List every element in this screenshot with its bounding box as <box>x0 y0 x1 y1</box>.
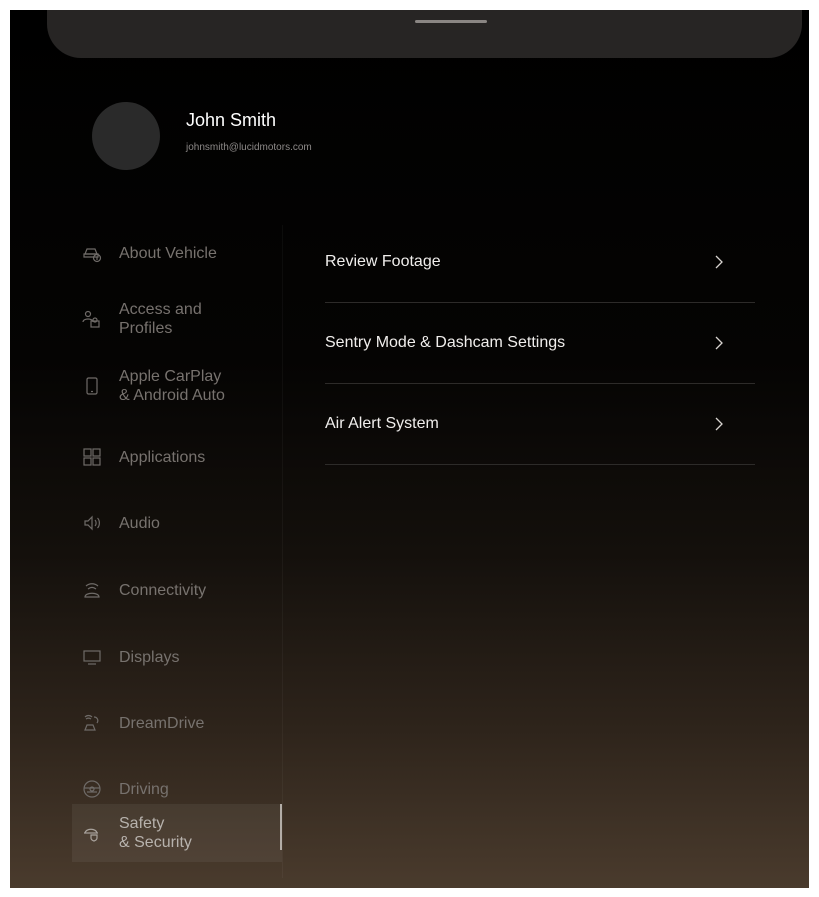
active-item-indicator <box>280 804 282 850</box>
car-shield-icon <box>80 821 104 845</box>
sidebar-item-label: Access and Profiles <box>119 301 202 337</box>
row-label: Air Alert System <box>325 415 439 432</box>
sidebar-item-connectivity[interactable]: Connectivity <box>72 570 282 610</box>
sidebar-item-label: Applications <box>119 448 206 466</box>
sidebar-item-label: Connectivity <box>119 581 207 599</box>
chevron-right-icon <box>713 254 725 270</box>
user-profile[interactable]: John Smith johnsmith@lucidmotors.com <box>92 102 492 182</box>
speaker-icon <box>80 511 104 535</box>
sidebar-item-label: Driving <box>119 780 169 798</box>
sidebar-item-label: Safety & Security <box>119 815 192 851</box>
row-label: Sentry Mode & Dashcam Settings <box>325 334 566 351</box>
profile-email: johnsmith@lucidmotors.com <box>186 142 312 153</box>
sidebar-item-access-profiles[interactable]: Access and Profiles <box>72 299 282 339</box>
grid-icon <box>80 445 104 469</box>
chevron-right-icon <box>713 335 725 351</box>
phone-icon <box>80 374 104 398</box>
sidebar-item-safety-security[interactable]: Safety & Security <box>72 804 282 862</box>
grabber-bar[interactable] <box>415 20 487 23</box>
dreamdrive-icon <box>80 711 104 735</box>
settings-sidebar: About Vehicle Access and Profiles Apple … <box>72 225 282 878</box>
top-drawer-handle[interactable] <box>47 10 802 58</box>
profile-name: John Smith <box>186 110 277 130</box>
wifi-icon <box>80 578 104 602</box>
air-alert-system-row[interactable]: Air Alert System <box>325 384 755 465</box>
monitor-icon <box>80 645 104 669</box>
sidebar-item-displays[interactable]: Displays <box>72 637 282 677</box>
sidebar-item-label: Apple CarPlay & Android Auto <box>119 368 225 404</box>
sidebar-item-label: About Vehicle <box>119 244 217 262</box>
sidebar-item-carplay-android-auto[interactable]: Apple CarPlay & Android Auto <box>72 366 282 406</box>
sidebar-item-dreamdrive[interactable]: DreamDrive <box>72 703 282 743</box>
review-footage-row[interactable]: Review Footage <box>325 222 755 303</box>
profiles-icon <box>80 307 104 331</box>
sidebar-item-label: Audio <box>119 514 160 532</box>
sidebar-item-label: Displays <box>119 648 180 666</box>
sidebar-item-audio[interactable]: Audio <box>72 503 282 543</box>
avatar[interactable] <box>92 102 160 170</box>
sentry-dashcam-settings-row[interactable]: Sentry Mode & Dashcam Settings <box>325 303 755 384</box>
sidebar-item-label: DreamDrive <box>119 714 205 732</box>
steering-wheel-icon <box>80 777 104 801</box>
sidebar-item-about-vehicle[interactable]: About Vehicle <box>72 225 282 281</box>
row-label: Review Footage <box>325 253 441 270</box>
car-info-icon <box>80 241 104 265</box>
sidebar-divider <box>282 225 283 878</box>
sidebar-item-driving[interactable]: Driving <box>72 769 282 809</box>
sidebar-item-applications[interactable]: Applications <box>72 437 282 477</box>
chevron-right-icon <box>713 416 725 432</box>
safety-security-menu: Review Footage Sentry Mode & Dashcam Set… <box>325 222 755 465</box>
